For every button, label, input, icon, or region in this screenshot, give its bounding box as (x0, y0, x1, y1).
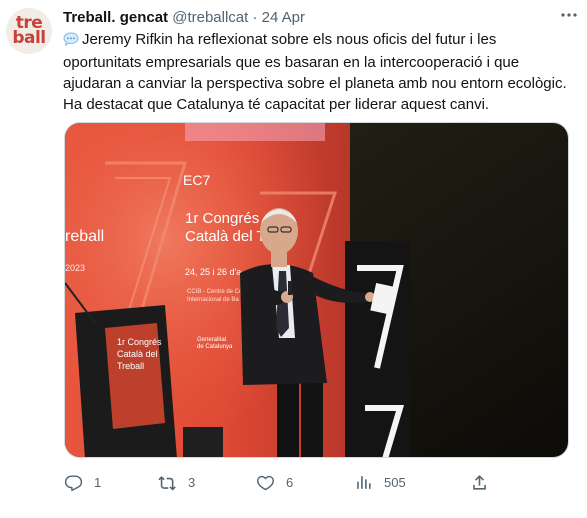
views-count: 505 (384, 474, 406, 490)
author-name[interactable]: Treball. gencat (63, 9, 168, 26)
banner-gencat2: de Catalunya (197, 344, 233, 350)
tweet-header: Treball. gencat @treballcat · 24 Apr (63, 8, 567, 28)
reply-count: 1 (94, 474, 102, 490)
like-button[interactable]: 6 (256, 472, 293, 492)
podium-line3: Treball (117, 361, 144, 371)
share-icon (473, 474, 486, 490)
banner-logo: EC7 (183, 172, 210, 188)
tweet-date[interactable]: 24 Apr (262, 9, 305, 26)
podium-line1: 1r Congrés (117, 337, 162, 347)
avatar[interactable]: tre ball (6, 8, 52, 54)
retweet-icon (158, 475, 176, 490)
tweet-actions: 1 3 6 505 (60, 472, 500, 492)
tweet-text: Jeremy Rifkin ha reflexionat sobre els n… (63, 31, 567, 113)
banner-sub2: Internacional de Ba (187, 297, 239, 303)
banner-sub1: CCIB - Centre de Co (187, 289, 243, 295)
reply-icon (64, 474, 83, 491)
banner-title-line1: 1r Congrés (185, 210, 259, 227)
more-options-icon[interactable] (559, 6, 579, 26)
banner-left-year: 2023 (65, 263, 85, 273)
retweet-count: 3 (188, 474, 196, 490)
banner-gencat1: Generalitat (197, 337, 227, 343)
avatar-text-line2: ball (12, 28, 46, 48)
reply-button[interactable]: 1 (64, 472, 101, 492)
author-handle[interactable]: @treballcat (172, 9, 248, 26)
views-button[interactable]: 505 (354, 472, 406, 492)
speech-bubble-icon (63, 31, 79, 52)
banner-left-text: reball (65, 228, 104, 245)
podium-line2: Català del (117, 349, 158, 359)
share-button[interactable] (470, 472, 500, 492)
views-icon (357, 475, 371, 489)
like-count: 6 (286, 474, 294, 490)
banner-dates: 24, 25 i 26 d'a (185, 267, 241, 277)
separator-dot: · (252, 9, 258, 26)
retweet-button[interactable]: 3 (158, 472, 195, 492)
heart-icon (257, 475, 274, 490)
tweet-photo[interactable]: reball 2023 EC7 1r Congrés Català del Tr… (64, 122, 569, 458)
tweet-body: Jeremy Rifkin ha reflexionat sobre els n… (63, 29, 578, 115)
